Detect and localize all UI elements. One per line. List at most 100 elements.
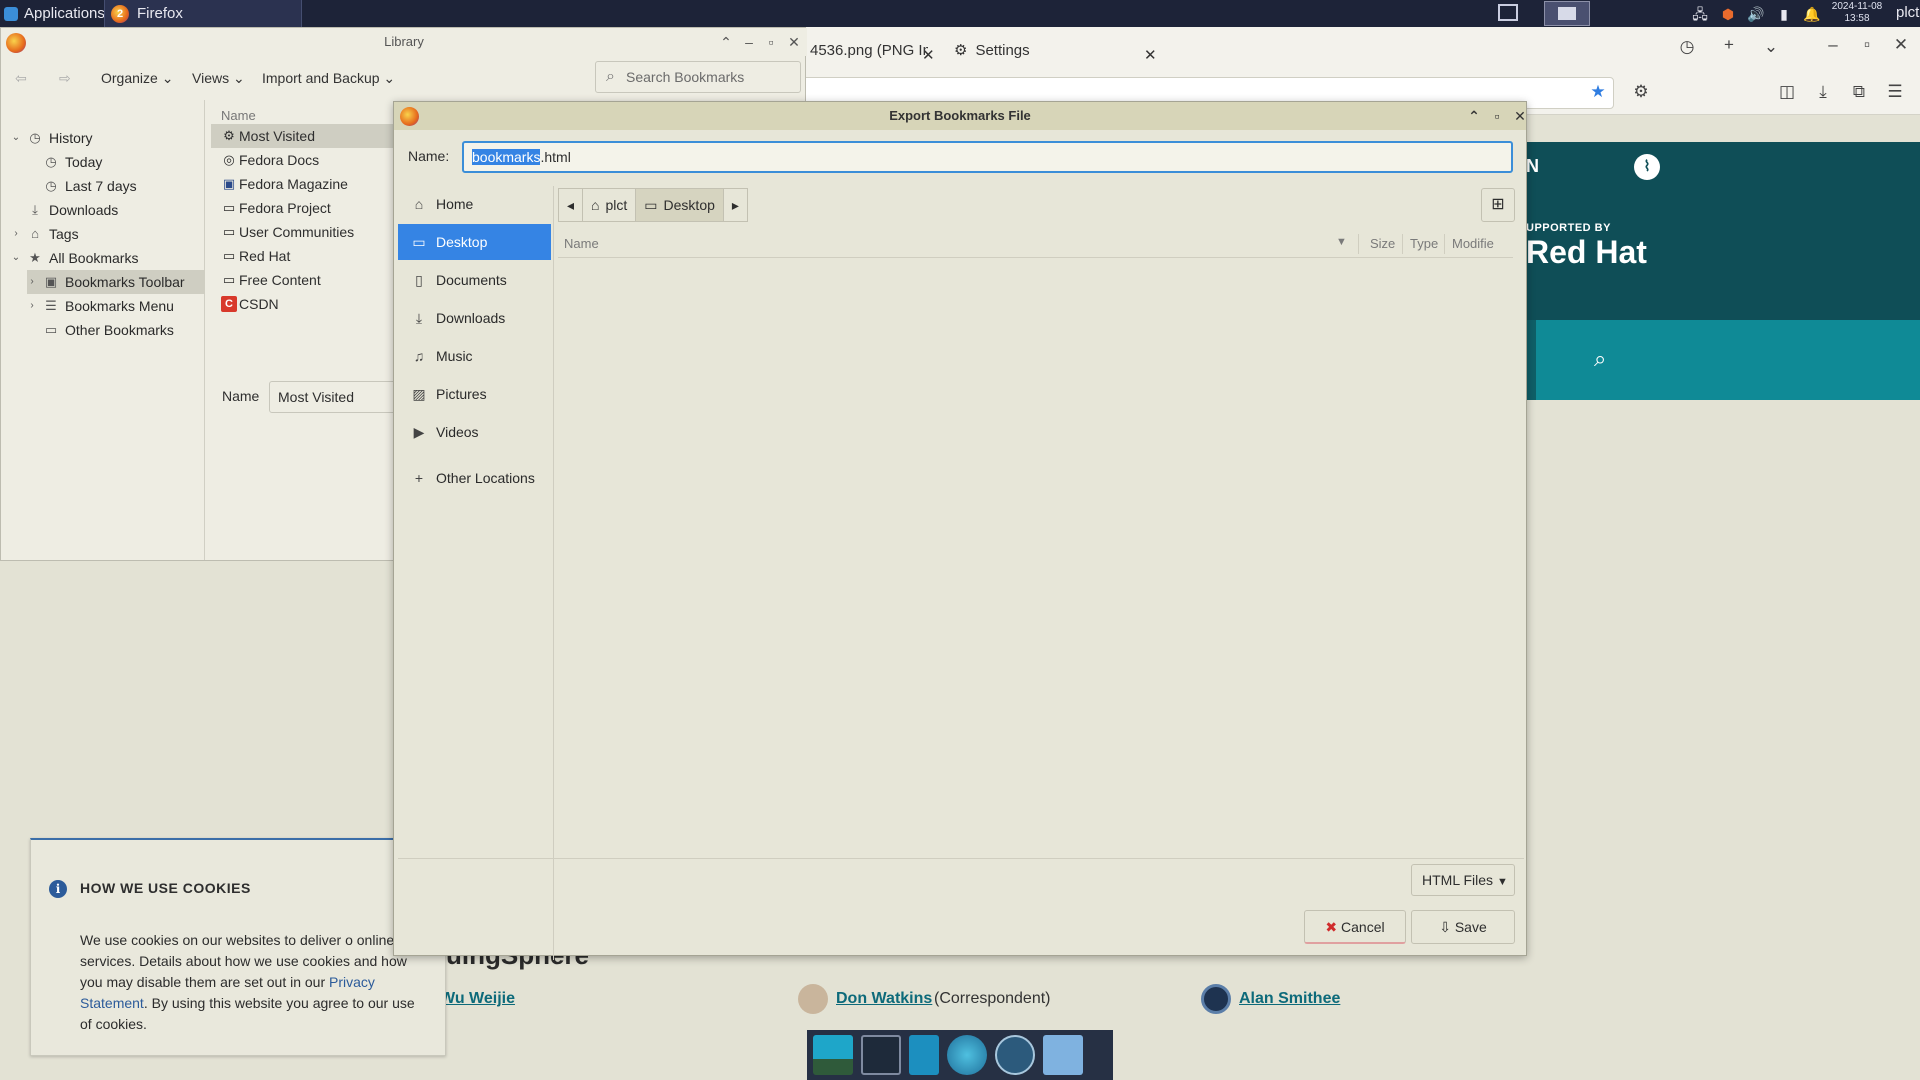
tab-close-icon[interactable]: ✕ <box>922 40 935 70</box>
applications-menu[interactable]: Applications : <box>4 0 113 27</box>
path-segment-home[interactable]: ⌂ plct <box>582 188 637 222</box>
workspace-2[interactable] <box>1544 1 1590 26</box>
pocket-icon[interactable]: ◫ <box>1776 82 1798 102</box>
expand-chevron-icon[interactable]: › <box>27 294 37 318</box>
forward-arrow-icon[interactable]: ⇨ <box>59 70 71 87</box>
search-icon[interactable]: ⌕ <box>1594 346 1606 372</box>
text-editor-icon[interactable] <box>909 1035 939 1075</box>
tree-item-bookmarks-toolbar[interactable]: › ▣ Bookmarks Toolbar <box>27 270 205 294</box>
author-link-alan-smithee[interactable]: Alan Smithee <box>1239 990 1340 1008</box>
extension-icon[interactable]: ⚙ <box>1630 82 1652 102</box>
maximize-icon[interactable]: ▫ <box>1487 102 1507 130</box>
back-arrow-icon[interactable]: ⇦ <box>15 70 27 87</box>
cancel-button[interactable]: ✖ Cancel <box>1304 910 1406 944</box>
path-forward-button[interactable]: ▸ <box>722 188 748 222</box>
taskbar-firefox[interactable]: 2 Firefox <box>104 0 302 27</box>
save-button[interactable]: ⇩ Save <box>1411 910 1515 944</box>
list-item[interactable]: ▭ Free Content <box>211 268 397 292</box>
tree-item-today[interactable]: ◷ Today <box>27 150 102 174</box>
tree-item-last-7-days[interactable]: ◷ Last 7 days <box>27 174 136 198</box>
workspace-1[interactable] <box>1498 4 1518 21</box>
library-titlebar[interactable]: Library ⌃ – ▫ ✕ <box>1 28 807 56</box>
clock[interactable]: 2024-11-08 13:58 <box>1828 1 1886 25</box>
red-hat-logo[interactable]: Red Hat <box>1526 234 1647 271</box>
tab-list-chevron-icon[interactable]: ⌄ <box>1760 37 1782 57</box>
file-list-area[interactable] <box>558 259 1513 857</box>
place-other-locations[interactable]: + Other Locations <box>398 460 551 496</box>
new-tab-icon[interactable]: + <box>1718 35 1740 55</box>
terminal-icon[interactable] <box>861 1035 901 1075</box>
close-icon[interactable]: ✕ <box>1510 102 1530 130</box>
place-music[interactable]: ♫ Music <box>398 338 551 374</box>
detail-name-input[interactable]: Most Visited <box>269 381 399 413</box>
column-type[interactable]: Type <box>1410 236 1438 251</box>
list-item[interactable]: ◎ Fedora Docs <box>211 148 397 172</box>
create-folder-button[interactable]: ⊞ <box>1481 188 1515 222</box>
extensions-puzzle-icon[interactable]: ⧉ <box>1848 82 1870 102</box>
battery-icon[interactable]: ▮ <box>1774 5 1794 23</box>
maximize-icon[interactable]: ▫ <box>1856 35 1878 55</box>
tab-close-icon[interactable]: ✕ <box>1144 40 1157 70</box>
package-icon[interactable]: ⬢ <box>1718 5 1738 23</box>
file-type-filter[interactable]: HTML Files ▼ <box>1411 864 1515 896</box>
place-documents[interactable]: ▯ Documents <box>398 262 551 298</box>
expand-chevron-icon[interactable]: ⌄ <box>11 246 21 270</box>
bookmark-star-icon[interactable]: ★ <box>1587 82 1609 102</box>
column-modified[interactable]: Modifie <box>1452 236 1494 251</box>
column-name[interactable]: Name <box>564 236 599 251</box>
list-item[interactable]: ▣ Fedora Magazine <box>211 172 397 196</box>
author-link-wu-weijie[interactable]: Wu Weijie <box>440 990 515 1008</box>
tab-settings[interactable]: ⚙ Settings <box>954 35 1030 65</box>
history-clock-icon[interactable]: ◷ <box>1676 37 1698 57</box>
search-bookmarks-input[interactable]: Search Bookmarks <box>595 61 801 93</box>
author-link-don-watkins[interactable]: Don Watkins <box>836 990 932 1008</box>
place-home[interactable]: ⌂ Home <box>398 186 551 222</box>
list-item[interactable]: ▭ Red Hat <box>211 244 397 268</box>
dialog-titlebar[interactable]: Export Bookmarks File ⌃ ▫ ✕ <box>394 102 1526 130</box>
list-item[interactable]: ⚙ Most Visited <box>211 124 397 148</box>
column-size[interactable]: Size <box>1370 236 1395 251</box>
expand-chevron-icon[interactable]: ⌄ <box>11 126 21 150</box>
chevron-up-icon[interactable]: ⌃ <box>1464 102 1484 130</box>
place-desktop[interactable]: ▭ Desktop <box>398 224 551 260</box>
filename-input[interactable]: bookmarks.html <box>462 141 1513 173</box>
notification-bell-icon[interactable]: 🔔 <box>1802 5 1822 23</box>
tree-item-tags[interactable]: › ⌂ Tags <box>11 222 78 246</box>
hamburger-menu-icon[interactable]: ☰ <box>1884 82 1906 102</box>
import-backup-menu[interactable]: Import and Backup ⌄ <box>262 70 395 87</box>
place-pictures[interactable]: ▨ Pictures <box>398 376 551 412</box>
list-item[interactable]: ▭ User Communities <box>211 220 397 244</box>
desktop-icon[interactable] <box>813 1035 853 1075</box>
list-item[interactable]: ▭ Fedora Project <box>211 196 397 220</box>
tree-item-history[interactable]: ⌄ ◷ History <box>11 126 93 150</box>
expand-chevron-icon[interactable]: › <box>11 222 21 246</box>
close-icon[interactable]: ✕ <box>1890 35 1912 55</box>
close-icon[interactable]: ✕ <box>784 28 804 56</box>
network-icon[interactable]: 🖧 <box>1690 5 1710 23</box>
tree-item-bookmarks-menu[interactable]: › ☰ Bookmarks Menu <box>27 294 174 318</box>
file-manager-icon[interactable] <box>1043 1035 1083 1075</box>
tree-item-downloads[interactable]: ⤓ Downloads <box>11 198 118 222</box>
minimize-icon[interactable]: – <box>739 28 759 56</box>
path-segment-desktop[interactable]: ▭ Desktop <box>635 188 724 222</box>
organize-menu[interactable]: Organize ⌄ <box>101 70 173 87</box>
web-browser-icon[interactable] <box>947 1035 987 1075</box>
user-menu[interactable]: plct <box>1896 4 1919 21</box>
magnifier-icon[interactable] <box>995 1035 1035 1075</box>
download-icon[interactable]: ⤓ <box>1812 82 1834 102</box>
tree-item-other-bookmarks[interactable]: ▭ Other Bookmarks <box>27 318 174 342</box>
minimize-icon[interactable]: – <box>1822 35 1844 55</box>
views-menu[interactable]: Views ⌄ <box>192 70 245 87</box>
expand-chevron-icon[interactable]: › <box>27 270 37 294</box>
volume-icon[interactable]: 🔊 <box>1746 5 1766 23</box>
tree-item-all-bookmarks[interactable]: ⌄ ★ All Bookmarks <box>11 246 139 270</box>
maximize-icon[interactable]: ▫ <box>761 28 781 56</box>
list-header-name[interactable]: Name <box>221 108 256 123</box>
path-back-button[interactable]: ◂ <box>558 188 584 222</box>
place-videos[interactable]: ▶ Videos <box>398 414 551 450</box>
rss-icon[interactable]: ⌇ <box>1634 154 1660 180</box>
chevron-up-icon[interactable]: ⌃ <box>716 28 736 56</box>
list-item[interactable]: C CSDN <box>211 292 397 316</box>
sort-chevron-down-icon[interactable]: ▼ <box>1336 236 1347 248</box>
place-downloads[interactable]: ⤓ Downloads <box>398 300 551 336</box>
